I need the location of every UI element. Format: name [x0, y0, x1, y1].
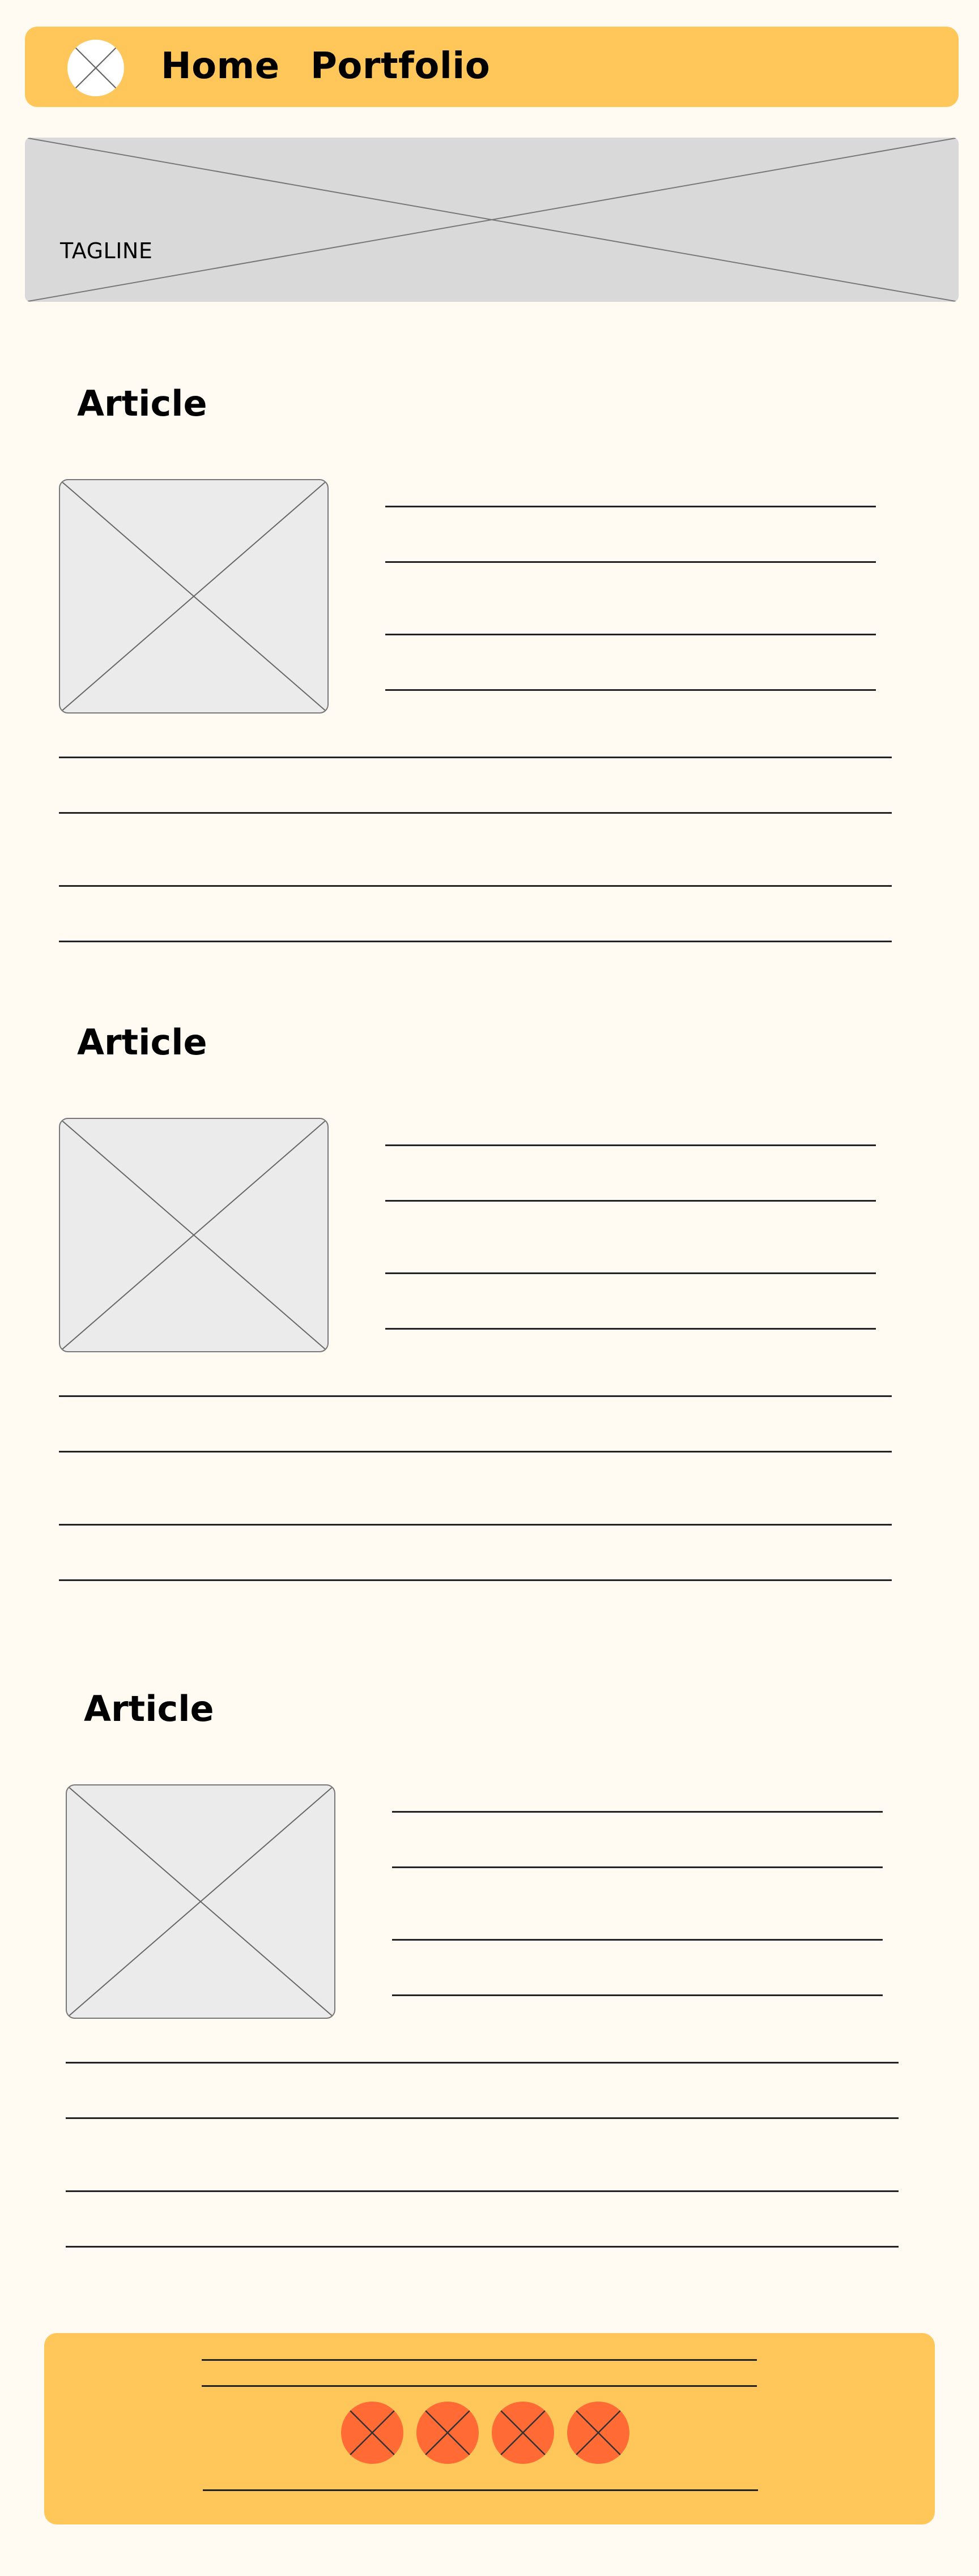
footer-bar	[44, 2333, 935, 2524]
article-section: Article	[0, 0, 979, 2248]
text-line	[59, 941, 892, 942]
text-line	[385, 689, 876, 691]
text-line	[385, 1200, 876, 1202]
text-line	[392, 1811, 883, 1813]
footer-text-line	[202, 2359, 757, 2361]
social-icon[interactable]	[416, 2402, 479, 2464]
text-line	[59, 1395, 892, 1397]
social-icon[interactable]	[492, 2402, 554, 2464]
footer-text-line	[202, 2385, 757, 2387]
article-image-placeholder	[59, 1118, 329, 1352]
text-line	[59, 812, 892, 814]
social-icon[interactable]	[341, 2402, 403, 2464]
text-line	[385, 1328, 876, 1330]
text-line	[66, 2246, 899, 2248]
text-line	[392, 1994, 883, 1996]
text-line	[59, 1524, 892, 1526]
text-line	[59, 1579, 892, 1581]
text-line	[66, 2190, 899, 2192]
article-title: Article	[84, 1688, 214, 1729]
text-line	[66, 2062, 899, 2064]
text-line	[59, 757, 892, 758]
text-line	[385, 634, 876, 635]
footer-text-line	[203, 2489, 758, 2491]
text-line	[66, 2117, 899, 2119]
article-title: Article	[77, 1022, 207, 1063]
social-icon[interactable]	[567, 2402, 629, 2464]
text-line	[385, 1272, 876, 1274]
article-image-placeholder	[66, 1784, 335, 2019]
text-line	[59, 885, 892, 887]
text-line	[59, 1451, 892, 1453]
text-line	[392, 1866, 883, 1868]
text-line	[392, 1939, 883, 1941]
text-line	[385, 1144, 876, 1146]
